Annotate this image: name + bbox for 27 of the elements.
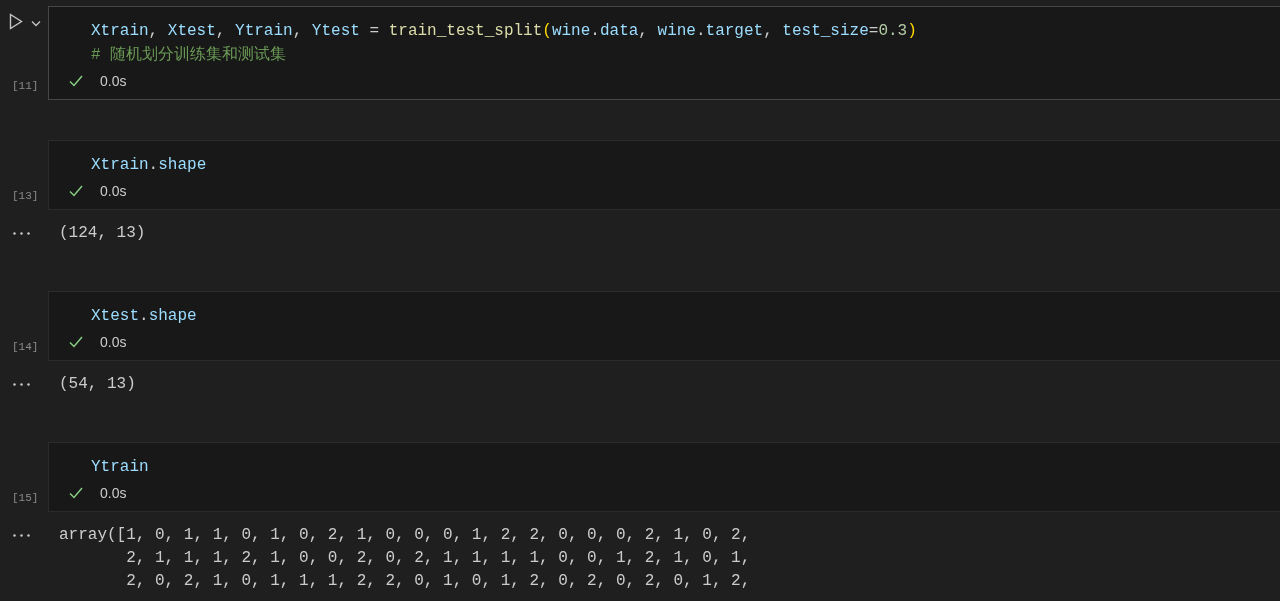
code-line: Xtrain.shape — [91, 155, 207, 176]
output-text: array([1, 0, 1, 1, 0, 1, 0, 2, 1, 0, 0, 0, 1, 2, 2, 0, 0, 0, 2, 1, 0, 2, — [59, 525, 751, 546]
code-cell[interactable]: Xtrain, Xtest, Ytrain, Ytest = train_test_split(wine.data, wine.target, test_size=0.3) # 随机划分训练集和测试集 0.0s — [48, 6, 1280, 100]
code-line: Ytrain — [91, 457, 149, 478]
execution-count: [14] — [12, 339, 39, 355]
execution-count: [13] — [12, 188, 39, 204]
execution-count: [15] — [12, 490, 39, 506]
code-line: Xtrain, Xtest, Ytrain, Ytest = train_test_split(wine.data, wine.target, test_size=0.3) — [91, 21, 917, 42]
more-icon[interactable] — [13, 232, 30, 235]
duration-text: 0.0s — [100, 181, 127, 201]
output-text: 2, 0, 2, 1, 0, 1, 1, 1, 2, 2, 0, 1, 0, 1, 2, 0, 2, 0, 2, 0, 1, 2, — [125, 571, 751, 592]
code-cell[interactable]: Xtest.shape 0.0s — [48, 291, 1280, 361]
code-line: Xtest.shape — [91, 306, 197, 327]
output-text: (124, 13) — [59, 223, 146, 244]
code-cell[interactable]: Xtrain.shape 0.0s — [48, 140, 1280, 210]
code-line: # 随机划分训练集和测试集 — [91, 45, 287, 66]
duration-text: 0.0s — [100, 332, 127, 352]
execution-count: [11] — [12, 78, 39, 94]
duration-text: 0.0s — [100, 483, 127, 503]
output-text: (54, 13) — [59, 374, 136, 395]
more-icon[interactable] — [13, 383, 30, 386]
chevron-icon[interactable] — [31, 20, 41, 27]
output-text: 2, 1, 1, 1, 2, 1, 0, 0, 2, 0, 2, 1, 1, 1, 1, 0, 0, 1, 2, 1, 0, 1, — [125, 548, 751, 569]
duration-text: 0.0s — [100, 71, 127, 91]
more-icon[interactable] — [13, 534, 30, 537]
code-cell[interactable]: Ytrain 0.0s — [48, 442, 1280, 512]
run-icon[interactable] — [9, 13, 23, 30]
